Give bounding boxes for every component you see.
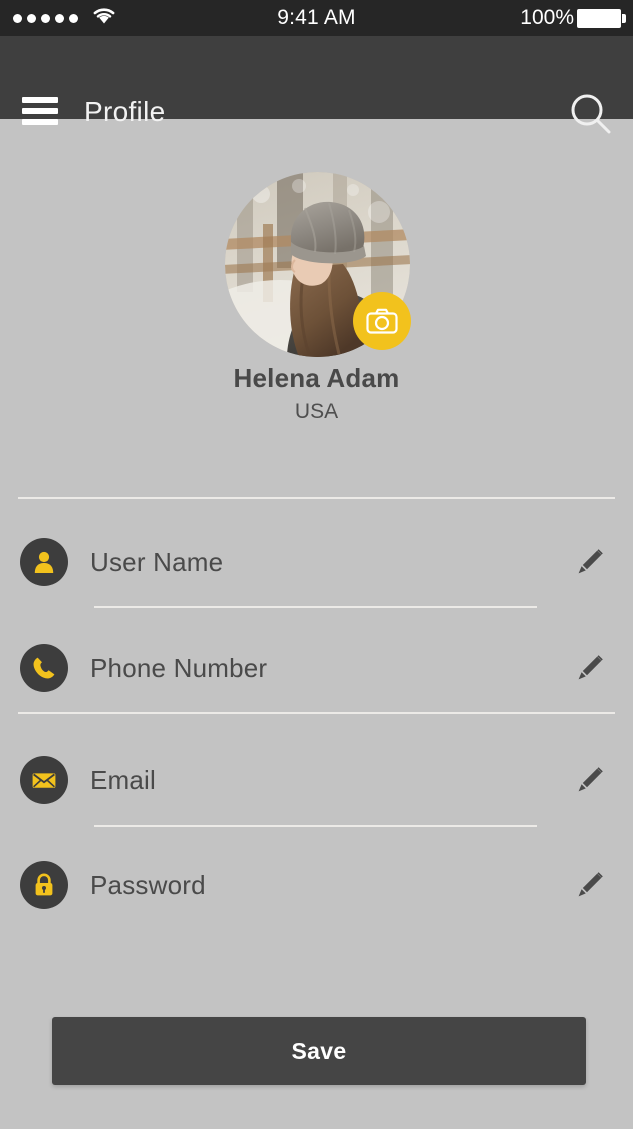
divider-under-email [94,825,537,827]
status-bar: 9:41 AM 100% [0,0,633,36]
profile-screen: 9:41 AM 100% Profile [0,0,633,1129]
field-label: Email [90,765,156,796]
profile-country: USA [0,400,633,424]
battery-full-icon [577,9,621,28]
pencil-icon[interactable] [575,870,605,900]
envelope-icon [20,756,68,804]
camera-icon[interactable] [353,292,411,350]
field-row-password[interactable]: Password [0,857,633,913]
phone-icon [20,644,68,692]
field-row-user-name[interactable]: User Name [0,534,633,590]
signal-strength-dots [13,14,78,23]
profile-name: Helena Adam [0,363,633,394]
pencil-icon[interactable] [575,765,605,795]
lock-icon [20,861,68,909]
field-row-email[interactable]: Email [0,752,633,808]
status-bar-time: 9:41 AM [200,6,433,30]
field-label: User Name [90,547,223,578]
page-title: Profile [84,96,165,128]
search-icon[interactable] [565,88,617,140]
person-icon [20,538,68,586]
pencil-icon[interactable] [575,547,605,577]
battery-percent-label: 100% [520,6,574,30]
navigation-bar: Profile [0,36,633,119]
hamburger-menu-icon[interactable] [22,97,58,125]
field-label: Phone Number [90,653,267,684]
divider-under-username [94,606,537,608]
save-button[interactable]: Save [52,1017,586,1085]
divider-top [18,497,615,499]
divider-under-phone [18,712,615,714]
avatar[interactable] [225,172,410,357]
field-label: Password [90,870,206,901]
wifi-icon [91,6,117,30]
status-bar-left [0,6,200,30]
status-bar-right: 100% [433,6,633,30]
pencil-icon[interactable] [575,653,605,683]
field-row-phone-number[interactable]: Phone Number [0,640,633,696]
